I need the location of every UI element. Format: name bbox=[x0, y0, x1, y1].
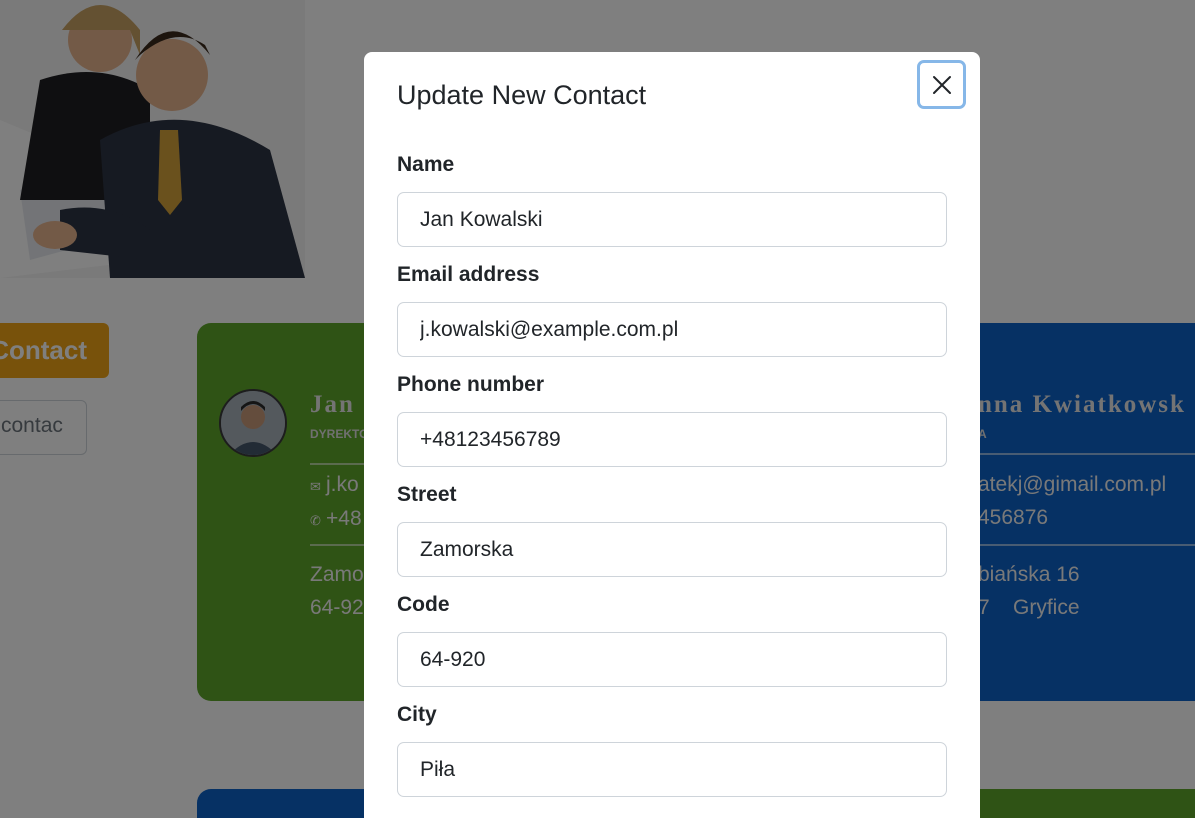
close-icon bbox=[932, 75, 951, 94]
modal-title: Update New Contact bbox=[397, 80, 647, 110]
email-field[interactable] bbox=[397, 302, 947, 357]
street-field[interactable] bbox=[397, 522, 947, 577]
city-label: City bbox=[397, 703, 437, 726]
city-field[interactable] bbox=[397, 742, 947, 797]
street-label: Street bbox=[397, 483, 457, 506]
name-label: Name bbox=[397, 153, 455, 176]
code-label: Code bbox=[397, 593, 450, 616]
name-field[interactable] bbox=[397, 192, 947, 247]
phone-field[interactable] bbox=[397, 412, 947, 467]
update-contact-modal: Update New Contact Name Email address Ph… bbox=[364, 52, 980, 818]
close-button[interactable] bbox=[917, 60, 966, 109]
phone-label: Phone number bbox=[397, 373, 545, 396]
email-label: Email address bbox=[397, 263, 540, 286]
code-field[interactable] bbox=[397, 632, 947, 687]
